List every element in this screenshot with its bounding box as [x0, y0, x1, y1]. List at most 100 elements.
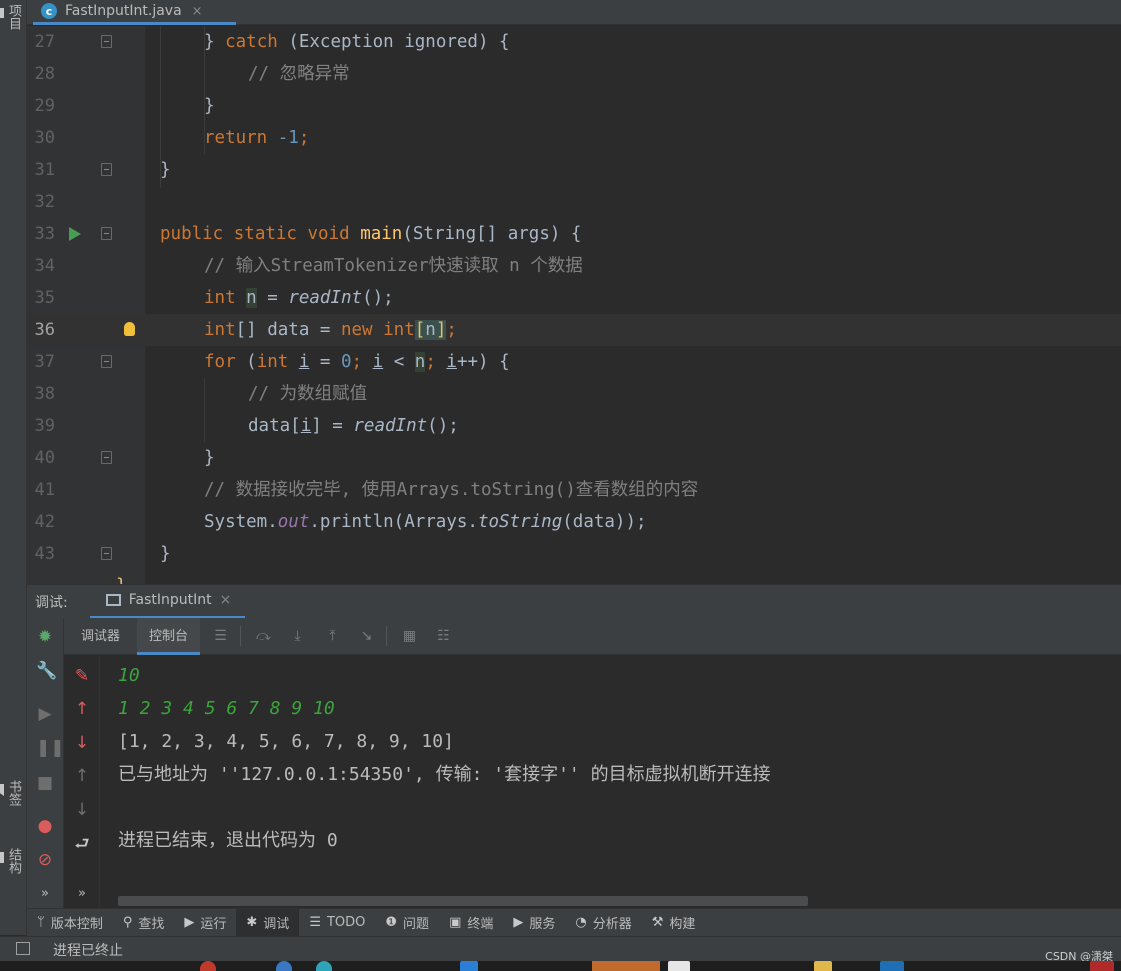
- code-line: 29 }: [27, 90, 1121, 122]
- more-icon[interactable]: »: [73, 885, 91, 903]
- fold-marker-icon[interactable]: [101, 547, 112, 560]
- view-breakpoints-icon[interactable]: ●: [36, 817, 54, 835]
- pause-icon[interactable]: ❚❚: [36, 739, 65, 757]
- step-over-icon[interactable]: ⤼: [256, 629, 271, 643]
- code-token: readInt: [288, 288, 363, 308]
- panel-toggle-icon[interactable]: [16, 942, 30, 955]
- project-label: 项目: [6, 4, 21, 30]
- wrench-icon[interactable]: 🔧: [36, 662, 57, 680]
- tab-debugger[interactable]: 调试器: [69, 618, 132, 655]
- taskbar-app-icon[interactable]: [880, 961, 904, 971]
- resume-icon[interactable]: ▶: [36, 705, 54, 723]
- run-gutter-icon[interactable]: [69, 227, 81, 241]
- step-into-icon[interactable]: ⤓: [290, 629, 305, 643]
- code-token: }: [116, 570, 127, 584]
- fold-marker-icon[interactable]: [101, 451, 112, 464]
- console-side-toolbar: ✎ ↑ ↓ ↑ ↓ ⮐ »: [64, 655, 100, 908]
- structure-tool-button[interactable]: 结构: [0, 848, 23, 874]
- tool-debug[interactable]: ✱ 调试: [236, 908, 300, 937]
- code-line: }: [27, 570, 1121, 584]
- mute-breakpoints-icon[interactable]: ⊘: [36, 851, 54, 869]
- lightbulb-icon[interactable]: [124, 322, 135, 336]
- close-tab-icon[interactable]: ×: [192, 4, 203, 19]
- evaluate-icon[interactable]: ▦: [402, 629, 417, 643]
- fold-marker-icon[interactable]: [101, 35, 112, 48]
- code-token: <: [383, 352, 415, 372]
- more-icon[interactable]: »: [36, 885, 54, 903]
- code-token: }: [204, 96, 215, 116]
- console-window-icon: [105, 594, 121, 606]
- line-number: 36: [34, 320, 55, 340]
- tab-fastinputint-java[interactable]: c FastInputInt.java ×: [33, 0, 236, 25]
- fold-marker-icon[interactable]: [101, 227, 112, 240]
- taskbar-app-icon[interactable]: [668, 961, 690, 971]
- project-tool-button[interactable]: 项目: [0, 4, 23, 30]
- debug-panel-header: 调试: FastInputInt ×: [27, 584, 1121, 619]
- toolbar-divider: [386, 626, 387, 646]
- code-token: catch: [225, 32, 278, 52]
- close-tab-icon[interactable]: ×: [220, 592, 232, 608]
- line-number: 41: [34, 480, 55, 500]
- code-token: .println(Arrays.: [309, 512, 478, 532]
- taskbar-app-icon[interactable]: [276, 961, 292, 971]
- code-line: 35 int n = readInt();: [27, 282, 1121, 314]
- tool-services[interactable]: ▶ 服务: [503, 909, 565, 937]
- tool-build[interactable]: ⚒ 构建: [642, 909, 706, 937]
- tool-label: 分析器: [592, 917, 632, 932]
- menu-icon[interactable]: ☰: [213, 629, 228, 643]
- line-number: 39: [34, 416, 55, 436]
- scroll-up-icon[interactable]: ↑: [73, 767, 91, 785]
- bug-icon[interactable]: ✹: [36, 628, 54, 646]
- tool-terminal[interactable]: ▣ 终端: [439, 909, 503, 937]
- branch-icon: ᛘ: [37, 915, 45, 930]
- code-token: ;: [298, 128, 310, 148]
- clear-console-icon[interactable]: ✎: [73, 667, 91, 685]
- tool-label: 调试: [263, 917, 290, 932]
- down-arrow-icon[interactable]: ↓: [73, 734, 91, 752]
- taskbar-app-icon[interactable]: [460, 961, 478, 971]
- line-number: 38: [34, 384, 55, 404]
- tool-profiler[interactable]: ◔ 分析器: [565, 909, 641, 937]
- toolbar-divider: [240, 626, 241, 646]
- line-number: 31: [34, 160, 55, 180]
- up-arrow-icon[interactable]: ↑: [73, 700, 91, 718]
- code-token: readInt: [353, 416, 428, 436]
- taskbar-app-icon[interactable]: [316, 961, 332, 971]
- fold-marker-icon[interactable]: [101, 355, 112, 368]
- tool-version-control[interactable]: ᛘ 版本控制: [27, 909, 113, 937]
- hammer-icon: ⚒: [651, 915, 664, 930]
- editor-tab-bar: c FastInputInt.java ×: [27, 0, 1121, 25]
- code-comment: // 为数组赋值: [248, 384, 368, 404]
- tool-label: 终端: [467, 917, 494, 932]
- stop-icon[interactable]: ■: [36, 774, 54, 792]
- code-editor[interactable]: 27 } catch (Exception ignored) { 28 // 忽…: [27, 26, 1121, 584]
- run-config-tab[interactable]: FastInputInt ×: [89, 585, 246, 619]
- code-token: i: [446, 352, 457, 372]
- code-token: ;: [446, 320, 457, 340]
- bookmarks-label: 书签: [6, 780, 21, 806]
- console-output[interactable]: 10 1 2 3 4 5 6 7 8 9 10 [1, 2, 3, 4, 5, …: [100, 655, 1121, 908]
- tab-console[interactable]: 控制台: [137, 618, 201, 655]
- code-line-current: 36 int[] data = new int[n];: [27, 314, 1121, 346]
- code-comment: // 输入StreamTokenizer快速读取 n 个数据: [204, 256, 583, 276]
- taskbar-app-icon[interactable]: [814, 961, 832, 971]
- step-out-icon[interactable]: ⤒: [325, 629, 340, 643]
- taskbar-app-icon[interactable]: [1090, 961, 1114, 971]
- scroll-down-icon[interactable]: ↓: [73, 801, 91, 819]
- status-message: 进程已终止: [53, 943, 123, 959]
- bookmarks-tool-button[interactable]: 书签: [0, 780, 23, 806]
- run-to-cursor-icon[interactable]: ↘: [359, 629, 374, 643]
- settings-icon[interactable]: ☷: [436, 629, 451, 643]
- fold-marker-icon[interactable]: [101, 163, 112, 176]
- code-token: i: [300, 416, 312, 436]
- soft-wrap-icon[interactable]: ⮐: [73, 835, 91, 853]
- console-line: 1 2 3 4 5 6 7 8 9 10: [118, 698, 335, 719]
- tool-problems[interactable]: ❶ 问题: [375, 909, 439, 937]
- tool-run[interactable]: ▶ 运行: [174, 909, 236, 937]
- horizontal-scrollbar[interactable]: [118, 896, 808, 906]
- folder-icon: [0, 8, 4, 18]
- taskbar-app-active[interactable]: [592, 961, 660, 971]
- taskbar-app-icon[interactable]: [200, 961, 216, 971]
- tool-find[interactable]: ⚲ 查找: [113, 909, 175, 937]
- tool-todo[interactable]: ☰ TODO: [299, 909, 375, 937]
